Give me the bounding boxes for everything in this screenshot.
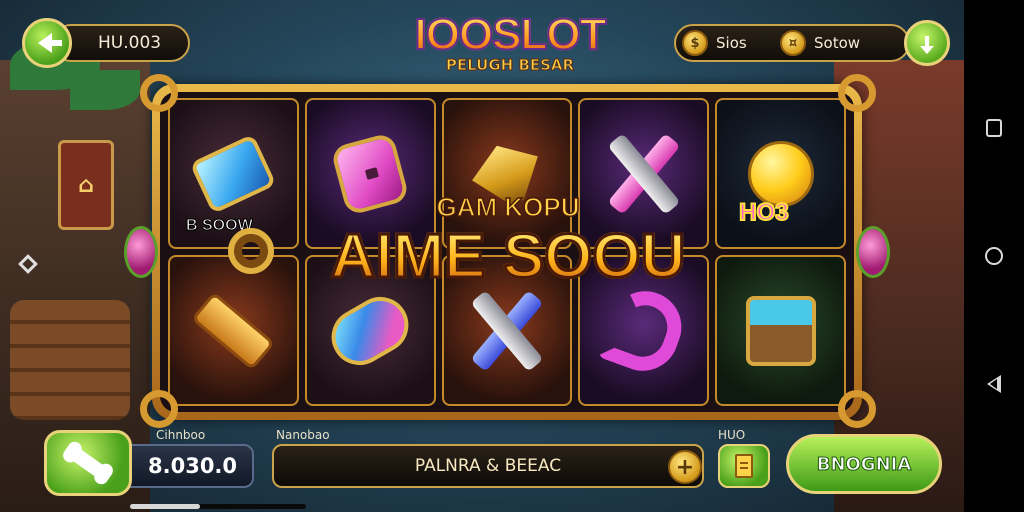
triangle-back-icon — [987, 375, 1001, 393]
document-icon — [735, 454, 753, 478]
crossed-bars-icon — [462, 286, 552, 376]
crystal-icon — [189, 133, 277, 214]
download-button[interactable] — [904, 20, 950, 66]
reel-cell-orb[interactable]: HO3 — [715, 98, 846, 249]
hook-icon — [596, 280, 692, 381]
top-right-panel: $ Sios ¤ Sotow — [674, 20, 950, 66]
stat-label: Sios — [716, 34, 747, 52]
scroll-indicator — [130, 504, 306, 509]
reel-cell-scroll[interactable] — [168, 255, 299, 406]
coin-icon: $ — [682, 30, 708, 56]
gem-icon — [124, 226, 158, 278]
bet-label: Nanobao — [276, 428, 330, 442]
frame-curl-icon — [838, 74, 876, 112]
reel-cell-top[interactable] — [441, 98, 573, 249]
bottom-bar: Cihnboo 8.030.0 Nanobao PALNRA & BEEAC +… — [0, 424, 964, 512]
spinning-top-icon — [464, 133, 550, 213]
auto-label: HUO — [718, 428, 746, 442]
scroll-icon — [191, 290, 276, 371]
balance-value: 8.030.0 — [116, 444, 254, 488]
reel-cell-crystal[interactable]: B SOOW — [168, 98, 299, 249]
reel-cell-chest[interactable] — [715, 255, 846, 406]
spin-button[interactable]: BNOGNIA — [786, 434, 942, 494]
paytable-button[interactable] — [718, 444, 770, 488]
back-nav-button[interactable] — [980, 370, 1008, 398]
reel-cell-whistle[interactable] — [304, 98, 436, 249]
reel-cell-cross[interactable] — [578, 98, 710, 249]
stat-bar: $ Sios ¤ Sotow — [674, 24, 910, 62]
bet-selector[interactable]: PALNRA & BEEAC — [272, 444, 704, 488]
frame-curl-icon — [140, 390, 178, 428]
back-button[interactable] — [22, 18, 72, 68]
game-logo: IOOSLOT PELUGH BESAR — [390, 11, 630, 82]
top-left-panel: HU.003 — [22, 18, 190, 68]
bone-icon — [67, 445, 109, 481]
reel-cell-cross-blue[interactable] — [441, 255, 573, 406]
treasure-chest-icon — [745, 295, 816, 366]
game-screen: ⌂ HU.003 IOOSLOT PELUGH BESAR $ Sios ¤ S… — [0, 0, 964, 512]
whistle-icon — [330, 131, 411, 216]
logo-title: IOOSLOT — [390, 11, 630, 59]
coin-icon: ¤ — [780, 30, 806, 56]
side-menu-handle[interactable] — [16, 248, 40, 280]
square-icon — [986, 119, 1002, 137]
cash-button[interactable] — [44, 430, 132, 496]
balance-label: Cihnboo — [156, 428, 206, 442]
golden-orb-icon — [747, 140, 814, 207]
frame-curl-icon — [140, 74, 178, 112]
recent-apps-button[interactable] — [980, 114, 1008, 142]
stat-sios[interactable]: $ Sios — [682, 26, 747, 60]
stat-label: Sotow — [814, 34, 861, 52]
reel-cell-hook[interactable] — [578, 255, 710, 406]
scroll-indicator-fill — [130, 504, 201, 509]
player-id: HU.003 — [52, 24, 190, 62]
cell-label: HO3 — [738, 198, 789, 227]
increase-bet-button[interactable]: + — [668, 450, 702, 484]
spiral-icon — [228, 228, 274, 274]
frame-curl-icon — [838, 390, 876, 428]
crossed-bars-icon — [599, 129, 689, 219]
arrow-left-icon — [38, 33, 62, 53]
gem-icon — [856, 226, 890, 278]
android-nav-bar — [964, 0, 1024, 512]
download-icon — [920, 36, 934, 54]
barrel-decoration — [10, 300, 130, 420]
home-button[interactable] — [980, 242, 1008, 270]
reel-cell-candy[interactable] — [304, 255, 436, 406]
stat-sotow[interactable]: ¤ Sotow — [780, 26, 860, 60]
candy-icon — [321, 286, 419, 375]
circle-icon — [985, 247, 1003, 265]
wooden-sign: ⌂ — [58, 140, 114, 230]
